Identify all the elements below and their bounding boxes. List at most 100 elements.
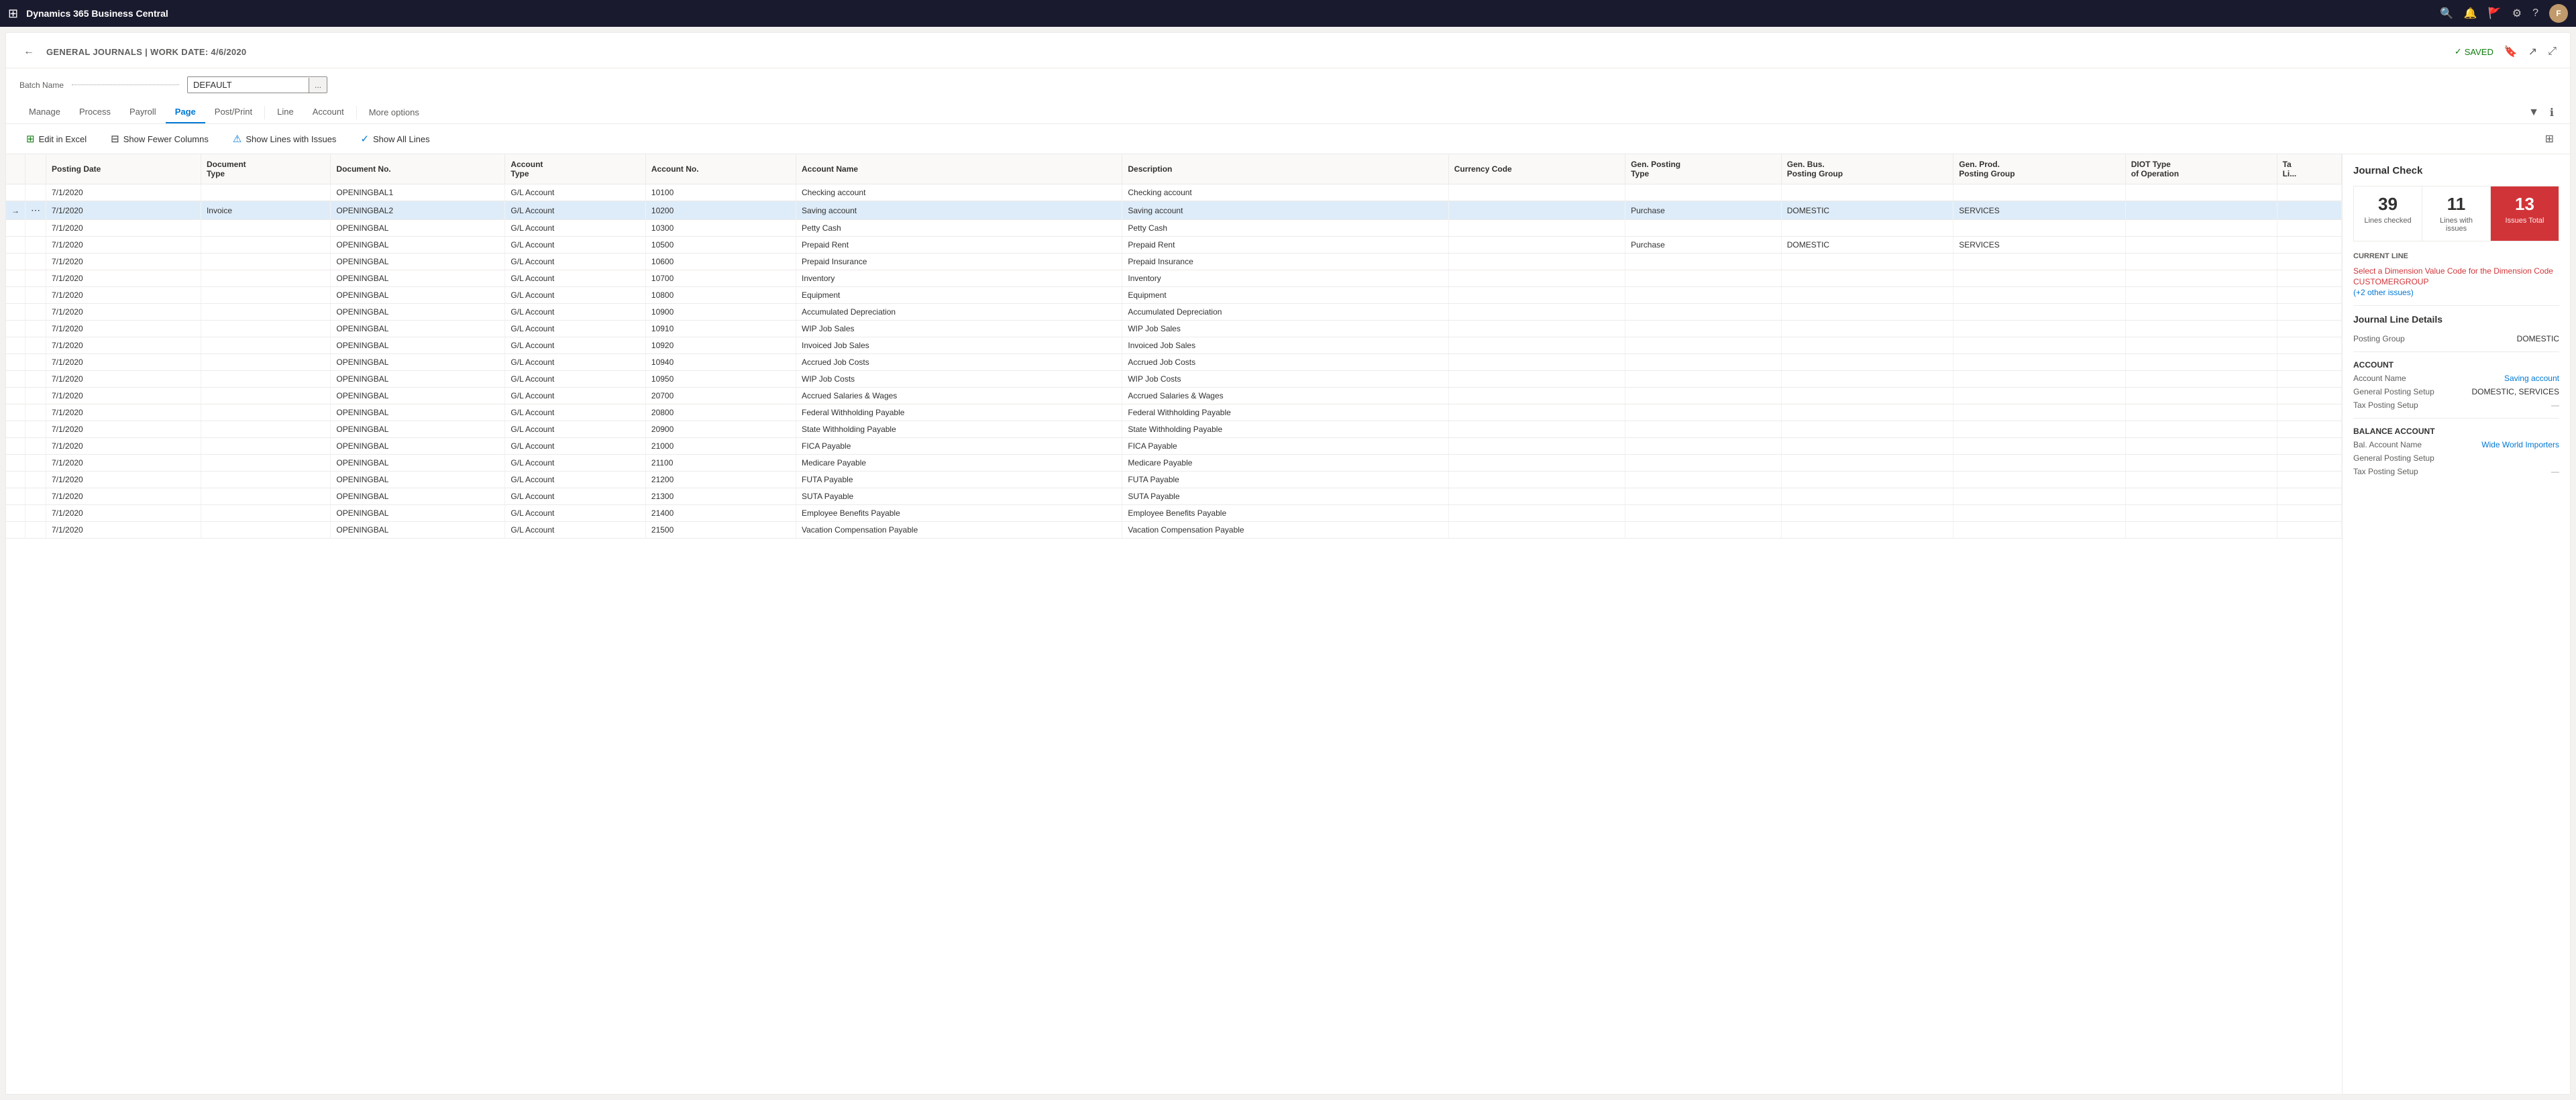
- share-icon[interactable]: ↗: [2528, 45, 2537, 58]
- row-arrow-icon[interactable]: [6, 472, 25, 488]
- help-icon[interactable]: ?: [2532, 7, 2538, 19]
- table-row[interactable]: 7/1/2020OPENINGBALG/L Account10920Invoic…: [6, 337, 2342, 354]
- table-row[interactable]: 7/1/2020OPENINGBALG/L Account10910WIP Jo…: [6, 321, 2342, 337]
- expand-icon[interactable]: ⤢: [2548, 46, 2557, 58]
- row-arrow-icon[interactable]: [6, 254, 25, 270]
- row-arrow-icon[interactable]: [6, 270, 25, 287]
- table-row[interactable]: 7/1/2020OPENINGBALG/L Account21100Medica…: [6, 455, 2342, 472]
- flag-icon[interactable]: 🚩: [2488, 7, 2502, 20]
- row-more-btn[interactable]: ⋯: [25, 201, 46, 220]
- grid-icon[interactable]: ⊞: [8, 7, 18, 21]
- row-arrow-icon[interactable]: [6, 287, 25, 304]
- batch-name-input[interactable]: [188, 77, 309, 93]
- personalize-icon[interactable]: ⊞: [2542, 131, 2557, 148]
- table-row[interactable]: 7/1/2020OPENINGBALG/L Account21000FICA P…: [6, 438, 2342, 455]
- table-row[interactable]: 7/1/2020OPENINGBALG/L Account10300Petty …: [6, 220, 2342, 237]
- table-row[interactable]: 7/1/2020OPENINGBAL1G/L Account10100Check…: [6, 184, 2342, 201]
- table-row[interactable]: 7/1/2020OPENINGBALG/L Account20700Accrue…: [6, 388, 2342, 404]
- row-arrow-icon[interactable]: [6, 388, 25, 404]
- row-more-btn[interactable]: [25, 237, 46, 254]
- back-button[interactable]: ←: [19, 42, 38, 61]
- table-row[interactable]: 7/1/2020OPENINGBALG/L Account10600Prepai…: [6, 254, 2342, 270]
- tab-payroll[interactable]: Payroll: [120, 101, 166, 123]
- search-icon[interactable]: 🔍: [2440, 7, 2453, 20]
- table-row[interactable]: 7/1/2020OPENINGBALG/L Account10950WIP Jo…: [6, 371, 2342, 388]
- row-more-btn[interactable]: [25, 287, 46, 304]
- table-row[interactable]: 7/1/2020OPENINGBALG/L Account21200FUTA P…: [6, 472, 2342, 488]
- tab-process[interactable]: Process: [70, 101, 120, 123]
- table-row[interactable]: 7/1/2020OPENINGBALG/L Account10800Equipm…: [6, 287, 2342, 304]
- row-more-btn[interactable]: [25, 472, 46, 488]
- row-more-btn[interactable]: [25, 404, 46, 421]
- table-row[interactable]: 7/1/2020OPENINGBALG/L Account20900State …: [6, 421, 2342, 438]
- tab-account[interactable]: Account: [303, 101, 354, 123]
- col-currency[interactable]: Currency Code: [1448, 154, 1625, 184]
- row-arrow-icon[interactable]: [6, 421, 25, 438]
- row-arrow-icon[interactable]: [6, 237, 25, 254]
- row-more-btn[interactable]: [25, 455, 46, 472]
- row-arrow-icon[interactable]: [6, 184, 25, 201]
- tab-page[interactable]: Page: [166, 101, 205, 123]
- col-diot[interactable]: DIOT Typeof Operation: [2125, 154, 2277, 184]
- edit-in-excel-button[interactable]: ⊞ Edit in Excel: [19, 129, 93, 148]
- batch-lookup-button[interactable]: ...: [309, 78, 327, 93]
- row-more-btn[interactable]: [25, 304, 46, 321]
- table-row[interactable]: 7/1/2020OPENINGBALG/L Account10900Accumu…: [6, 304, 2342, 321]
- table-row[interactable]: 7/1/2020OPENINGBALG/L Account10940Accrue…: [6, 354, 2342, 371]
- col-gen-bus[interactable]: Gen. Bus.Posting Group: [1781, 154, 1953, 184]
- bookmark-icon[interactable]: 🔖: [2504, 45, 2518, 58]
- row-arrow-icon[interactable]: →: [6, 201, 25, 220]
- show-all-lines-button[interactable]: ✓ Show All Lines: [354, 129, 436, 148]
- row-arrow-icon[interactable]: [6, 321, 25, 337]
- col-gen-posting-type[interactable]: Gen. PostingType: [1625, 154, 1782, 184]
- tab-more-options[interactable]: More options: [360, 102, 429, 123]
- table-row[interactable]: 7/1/2020OPENINGBALG/L Account20800Federa…: [6, 404, 2342, 421]
- row-more-btn[interactable]: [25, 488, 46, 505]
- row-arrow-icon[interactable]: [6, 455, 25, 472]
- col-ta[interactable]: TaLi...: [2277, 154, 2341, 184]
- show-fewer-columns-button[interactable]: ⊟ Show Fewer Columns: [104, 129, 215, 148]
- show-lines-with-issues-button[interactable]: ⚠ Show Lines with Issues: [226, 129, 343, 148]
- col-acct-no[interactable]: Account No.: [645, 154, 796, 184]
- tab-postprint[interactable]: Post/Print: [205, 101, 262, 123]
- notifications-icon[interactable]: 🔔: [2464, 7, 2477, 20]
- row-more-btn[interactable]: [25, 522, 46, 539]
- row-arrow-icon[interactable]: [6, 337, 25, 354]
- row-arrow-icon[interactable]: [6, 354, 25, 371]
- row-arrow-icon[interactable]: [6, 505, 25, 522]
- col-doc-type[interactable]: DocumentType: [201, 154, 330, 184]
- table-row[interactable]: 7/1/2020OPENINGBALG/L Account10500Prepai…: [6, 237, 2342, 254]
- row-more-btn[interactable]: [25, 371, 46, 388]
- col-gen-prod[interactable]: Gen. Prod.Posting Group: [1953, 154, 2125, 184]
- row-more-btn[interactable]: [25, 254, 46, 270]
- col-description[interactable]: Description: [1122, 154, 1448, 184]
- row-arrow-icon[interactable]: [6, 488, 25, 505]
- tab-line[interactable]: Line: [268, 101, 303, 123]
- row-more-btn[interactable]: [25, 505, 46, 522]
- row-more-btn[interactable]: [25, 388, 46, 404]
- settings-icon[interactable]: ⚙: [2512, 7, 2522, 20]
- row-more-btn[interactable]: [25, 184, 46, 201]
- row-more-btn[interactable]: [25, 354, 46, 371]
- row-arrow-icon[interactable]: [6, 304, 25, 321]
- row-more-btn[interactable]: [25, 421, 46, 438]
- row-arrow-icon[interactable]: [6, 438, 25, 455]
- row-more-btn[interactable]: [25, 220, 46, 237]
- row-arrow-icon[interactable]: [6, 371, 25, 388]
- row-more-btn[interactable]: [25, 321, 46, 337]
- filter-icon[interactable]: ▼: [2526, 104, 2542, 121]
- current-line-more[interactable]: (+2 other issues): [2353, 288, 2559, 297]
- row-arrow-icon[interactable]: [6, 404, 25, 421]
- col-acct-name[interactable]: Account Name: [796, 154, 1122, 184]
- row-more-btn[interactable]: [25, 438, 46, 455]
- table-row[interactable]: 7/1/2020OPENINGBALG/L Account21300SUTA P…: [6, 488, 2342, 505]
- table-row[interactable]: 7/1/2020OPENINGBALG/L Account10700Invent…: [6, 270, 2342, 287]
- table-row[interactable]: 7/1/2020OPENINGBALG/L Account21500Vacati…: [6, 522, 2342, 539]
- row-arrow-icon[interactable]: [6, 522, 25, 539]
- info-icon[interactable]: ℹ: [2547, 103, 2557, 122]
- col-posting-date[interactable]: Posting Date: [46, 154, 201, 184]
- row-more-btn[interactable]: [25, 270, 46, 287]
- table-row[interactable]: →⋯7/1/2020InvoiceOPENINGBAL2G/L Account1…: [6, 201, 2342, 220]
- tab-manage[interactable]: Manage: [19, 101, 70, 123]
- col-acct-type[interactable]: AccountType: [505, 154, 645, 184]
